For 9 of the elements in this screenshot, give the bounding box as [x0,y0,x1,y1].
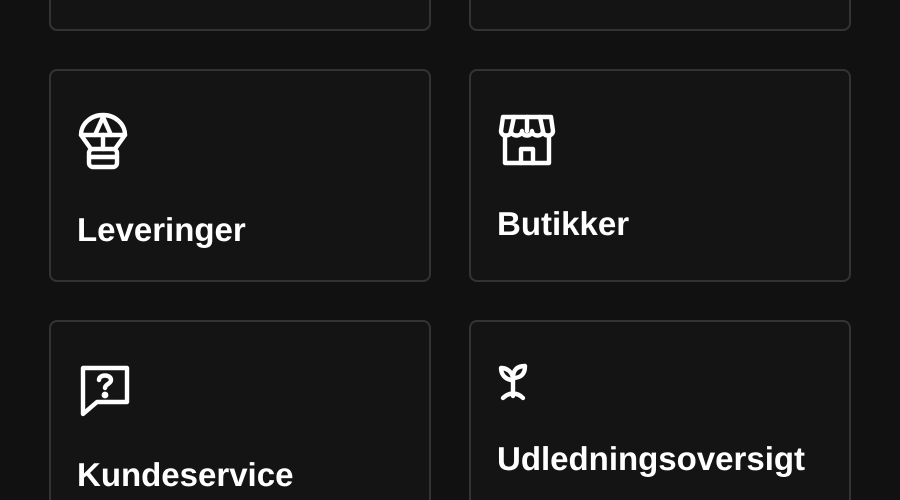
menu-card[interactable]: Butikker [469,69,851,282]
card-label: Udledningsoversigt [497,439,806,479]
menu-card[interactable]: Leveringer [49,69,431,282]
sprout-icon [497,362,529,402]
card-label: Leveringer [77,210,247,250]
card-label: Kundeservice [77,455,294,495]
card-label: Butikker [497,204,630,244]
menu-card[interactable]: Kundeservice [49,320,431,500]
menu-card[interactable]: Udledningsoversigt [469,320,851,500]
